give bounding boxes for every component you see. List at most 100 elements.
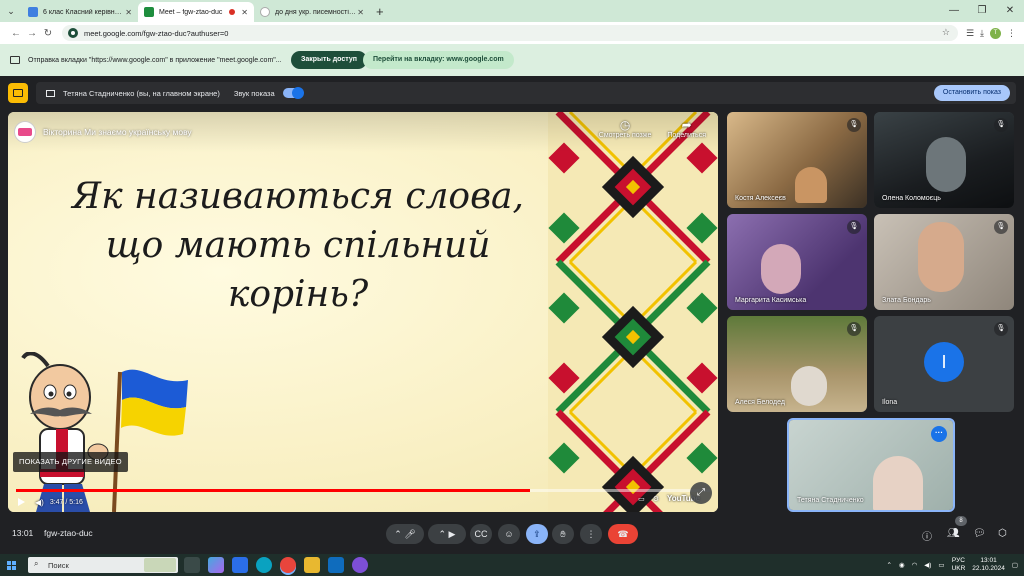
participant-tile[interactable]: I 🎙︎ Ilona: [874, 316, 1014, 412]
close-icon[interactable]: ✕: [241, 8, 248, 17]
notifications-icon[interactable]: ▢: [1012, 561, 1018, 569]
settings-gear-icon[interactable]: ⚙: [653, 495, 659, 503]
embroidery-ornament: [548, 112, 718, 512]
share-sound-toggle[interactable]: [282, 87, 304, 99]
expand-arrows-icon[interactable]: ⤢: [690, 482, 712, 504]
address-field[interactable]: meet.google.com/fgw-ztao-duc?authuser=0 …: [62, 25, 958, 41]
participant-initial-avatar: I: [924, 342, 964, 382]
go-to-tab-button[interactable]: Перейти на вкладку: www.google.com: [363, 51, 514, 69]
self-figure: [873, 456, 923, 510]
captions-button[interactable]: CC: [470, 524, 492, 544]
tray-app-icon[interactable]: ◉: [899, 561, 905, 569]
close-icon[interactable]: ✕: [125, 8, 132, 17]
input-language[interactable]: РУС UKR: [952, 557, 966, 573]
outlook-icon[interactable]: [328, 557, 344, 573]
file-explorer-icon[interactable]: [232, 557, 248, 573]
chrome-icon[interactable]: [280, 557, 296, 573]
question-line: корінь?: [227, 274, 369, 315]
taskbar-search[interactable]: ⌕ Поиск: [28, 557, 178, 573]
more-options-button[interactable]: ⋮: [580, 524, 602, 544]
video-title[interactable]: Вікторина Ми знаємо українську мову: [43, 127, 192, 137]
present-now-button[interactable]: ⇪: [526, 524, 548, 544]
new-tab-button[interactable]: +: [376, 4, 384, 19]
meeting-info-icon[interactable]: ⓘ: [922, 528, 932, 543]
bookmark-star-icon[interactable]: ☆: [942, 27, 950, 38]
close-icon[interactable]: ✕: [357, 8, 364, 17]
question-line: що мають спільний: [105, 225, 491, 266]
media-icon[interactable]: ☰: [966, 28, 974, 39]
wifi-icon[interactable]: ◠: [912, 561, 918, 569]
raise-hand-button[interactable]: ✋︎: [552, 524, 574, 544]
stop-presenting-button[interactable]: Остановить показ: [933, 85, 1010, 101]
battery-icon[interactable]: ▭: [938, 561, 944, 569]
participant-figure: [926, 137, 966, 192]
leave-call-button[interactable]: ☎︎: [608, 524, 638, 544]
chat-icon[interactable]: 💬︎: [973, 528, 986, 539]
tab-meet[interactable]: Meet – fgw-ztao-duc ✕: [138, 2, 254, 22]
participant-tile[interactable]: 🎙︎ Маргарита Касимська: [727, 214, 867, 310]
video-progress-bar[interactable]: [16, 489, 710, 492]
viber-icon[interactable]: [352, 557, 368, 573]
activities-icon[interactable]: ⬡: [998, 528, 1007, 539]
people-icon[interactable]: 👥︎: [947, 528, 960, 539]
copilot-icon[interactable]: [208, 557, 224, 573]
microphone-button[interactable]: ⌃ 🎤︎: [386, 524, 424, 544]
participant-tile[interactable]: 🎙︎ Костя Алексеєв: [727, 112, 867, 208]
meet-icon: [144, 7, 154, 17]
play-icon[interactable]: [18, 498, 25, 506]
participant-name: Костя Алексеєв: [735, 195, 786, 202]
reload-icon[interactable]: ↻: [40, 28, 56, 39]
more-videos-button[interactable]: ПОКАЗАТЬ ДРУГИЕ ВИДЕО: [13, 452, 128, 472]
tab-class-teacher[interactable]: 6 клас Класний керівник: Кузь ✕: [22, 2, 138, 22]
site-info-icon[interactable]: [68, 28, 78, 38]
emoji-reactions-button[interactable]: ☺: [498, 524, 520, 544]
maximize-icon[interactable]: ❐: [968, 0, 996, 22]
search-icon: ⌕: [34, 559, 39, 568]
task-view-icon[interactable]: [184, 557, 200, 573]
tab-search-chevron-icon[interactable]: ⌄: [0, 0, 22, 22]
url-text: meet.google.com/fgw-ztao-duc?authuser=0: [84, 28, 229, 38]
meeting-clock: 13:01: [12, 528, 34, 538]
minimize-icon[interactable]: —: [940, 0, 968, 22]
participant-tile[interactable]: 🎙︎ Злата Бондарь: [874, 214, 1014, 310]
close-window-icon[interactable]: ✕: [996, 0, 1024, 22]
participant-figure: [791, 366, 827, 406]
camera-button[interactable]: ⌃ ▶︎: [428, 524, 466, 544]
watch-later-label: Смотреть позже: [598, 132, 652, 139]
folder-icon[interactable]: [304, 557, 320, 573]
participant-name: Алеся Белодед: [735, 399, 785, 406]
profile-avatar[interactable]: Т: [990, 27, 1001, 39]
tab-google-search[interactable]: до дня укр. писемності та ✕: [254, 2, 370, 22]
edge-icon[interactable]: [256, 557, 272, 573]
presenting-bar: Тетяна Стадниченко (вы, на главном экран…: [8, 82, 1016, 104]
participant-tile[interactable]: 🎙︎ Алеся Белодед: [727, 316, 867, 412]
channel-avatar[interactable]: [14, 121, 36, 143]
self-view-tile[interactable]: ··· Тетяна Стадниченко: [787, 418, 955, 512]
browser-tab-bar: ⌄ 6 клас Класний керівник: Кузь ✕ Meet –…: [0, 0, 1024, 22]
back-icon[interactable]: ←: [8, 28, 24, 39]
clock-icon: ◷: [619, 118, 631, 132]
taskbar-apps: [184, 557, 368, 573]
tray-chevron-icon[interactable]: ⌃: [886, 561, 891, 569]
captions-icon[interactable]: ▭: [638, 495, 645, 503]
forward-icon[interactable]: →: [24, 28, 40, 39]
volume-icon[interactable]: ◀): [35, 498, 44, 507]
presented-video[interactable]: Як називаються слова, що мають спільний …: [8, 112, 718, 512]
downloads-icon[interactable]: ⤓: [980, 28, 984, 39]
meeting-code[interactable]: fgw-ztao-duc: [44, 528, 93, 538]
share-arrow-icon: ➦: [681, 118, 692, 132]
more-options-icon[interactable]: ···: [931, 426, 947, 442]
watch-later-button[interactable]: ◷ Смотреть позже: [599, 118, 652, 139]
present-screen-icon[interactable]: [8, 83, 28, 103]
taskbar-clock[interactable]: 13:01 22.10.2024: [972, 557, 1005, 573]
infobar-message: Отправка вкладки "https://www.google.com…: [28, 56, 282, 64]
share-button[interactable]: ➦ Поделиться: [667, 118, 706, 139]
menu-kebab-icon[interactable]: ⋮: [1007, 28, 1016, 39]
close-access-button[interactable]: Закрыть доступ: [291, 51, 367, 69]
participant-tile[interactable]: 🎙︎ Олена Коломоєць: [874, 112, 1014, 208]
windows-start-icon[interactable]: [0, 554, 22, 576]
speaker-icon[interactable]: ◀): [924, 561, 931, 569]
toolbar-right: ☰ ⤓ Т ⋮: [966, 22, 1024, 44]
video-top-actions: ◷ Смотреть позже ➦ Поделиться: [599, 118, 706, 139]
search-highlight-image: [144, 558, 176, 572]
